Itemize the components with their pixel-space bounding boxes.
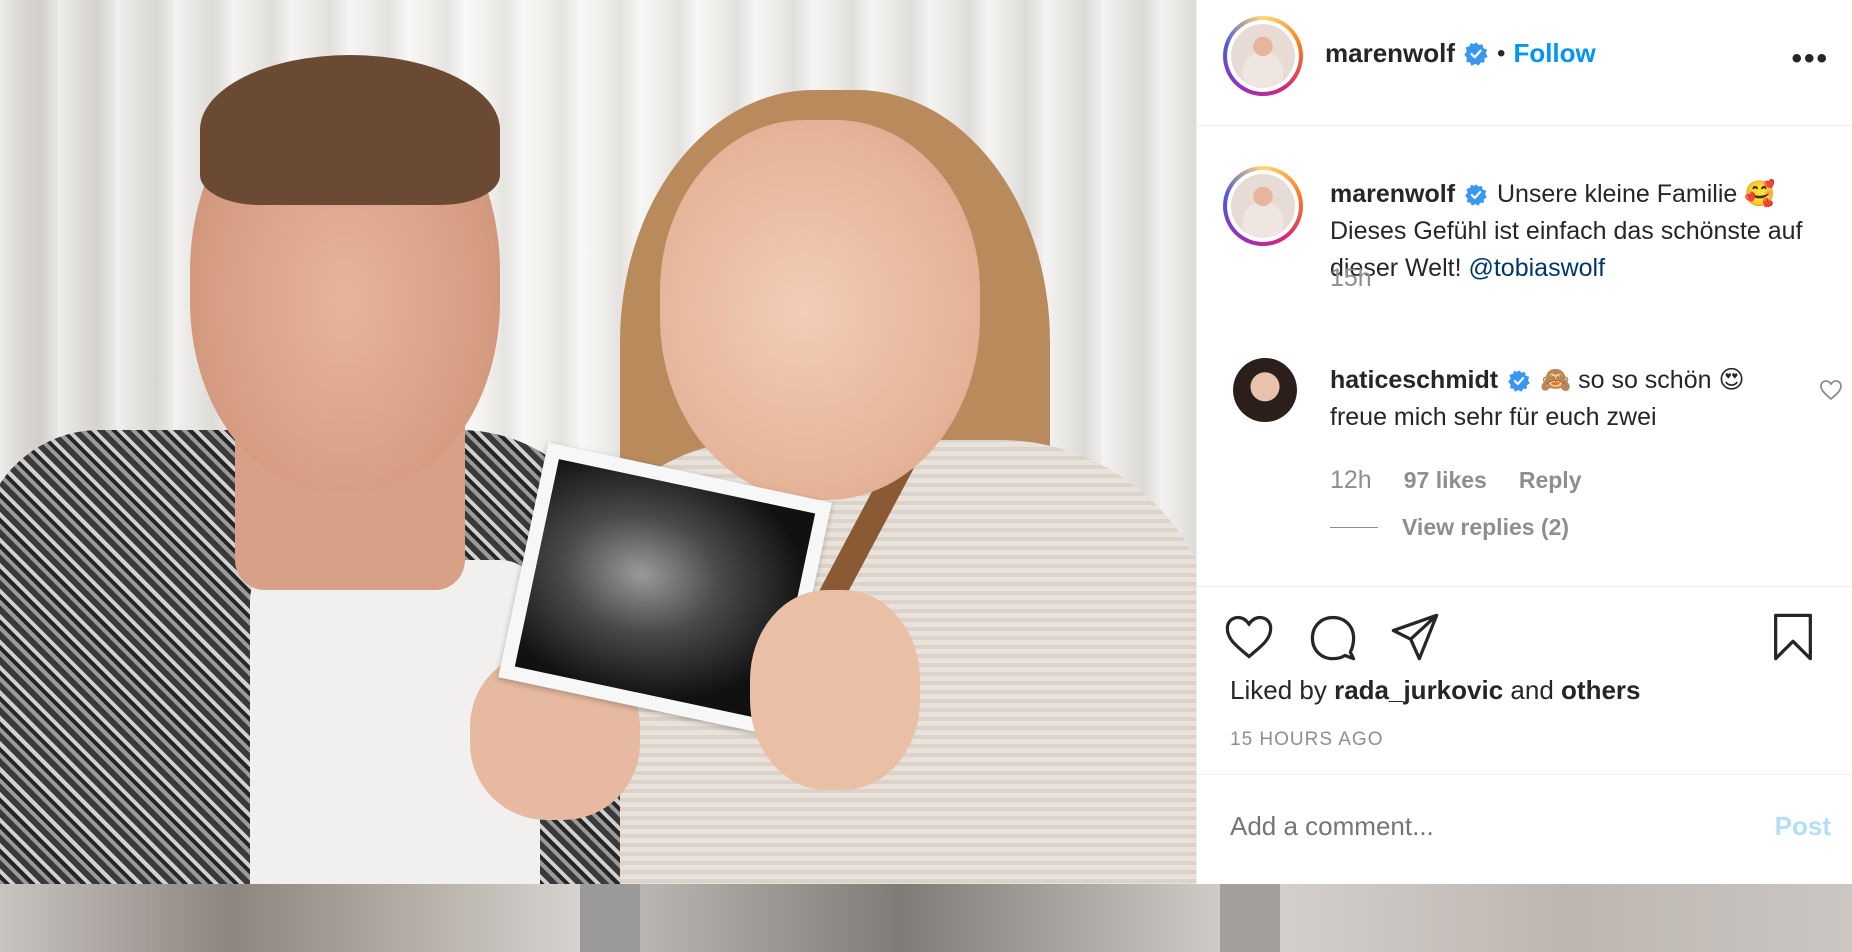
comment-heart-icon[interactable] bbox=[1819, 378, 1843, 402]
woman-face bbox=[660, 120, 980, 500]
caption-mention-link[interactable]: @tobiaswolf bbox=[1468, 254, 1605, 282]
commenter-username[interactable]: haticeschmidt bbox=[1330, 366, 1498, 394]
post-actions: Liked by rada_jurkovic and others 15 HOU… bbox=[1197, 586, 1852, 774]
view-replies[interactable]: View replies (2) bbox=[1330, 514, 1569, 541]
comment-icon[interactable] bbox=[1307, 611, 1359, 663]
liked-by-user-link[interactable]: rada_jurkovic bbox=[1334, 675, 1503, 705]
verified-badge-icon bbox=[1508, 370, 1530, 393]
post-header: marenwolf • Follow ••• bbox=[1197, 0, 1852, 126]
author-avatar[interactable] bbox=[1223, 16, 1303, 96]
replies-divider bbox=[1330, 527, 1378, 528]
comments-section: marenwolf Unsere kleine Familie 🥰 Dieses… bbox=[1197, 126, 1852, 586]
post-side-panel: marenwolf • Follow ••• marenwolf Unsere … bbox=[1196, 0, 1852, 884]
share-icon[interactable] bbox=[1389, 611, 1441, 663]
thumbnail[interactable] bbox=[1280, 884, 1852, 952]
caption-timestamp[interactable]: 15h bbox=[1330, 264, 1372, 293]
bookmark-icon[interactable] bbox=[1767, 611, 1819, 663]
caption-username[interactable]: marenwolf bbox=[1330, 180, 1455, 208]
hand-right bbox=[750, 590, 920, 790]
post-photo[interactable] bbox=[0, 0, 1196, 884]
view-replies-label[interactable]: View replies (2) bbox=[1402, 514, 1569, 541]
post-caption: marenwolf Unsere kleine Familie 🥰 Dieses… bbox=[1330, 176, 1830, 287]
comment-body: haticeschmidt 🙈 so so schön 😍 freue mich… bbox=[1330, 362, 1790, 436]
more-icon[interactable]: ••• bbox=[1791, 42, 1829, 76]
thumbnail[interactable] bbox=[0, 884, 580, 952]
follow-button[interactable]: Follow bbox=[1513, 38, 1595, 69]
thumbnail[interactable] bbox=[640, 884, 1220, 952]
comment-reply-button[interactable]: Reply bbox=[1519, 467, 1582, 494]
comment-meta: 12h 97 likes Reply bbox=[1330, 466, 1582, 495]
man-hair bbox=[200, 55, 500, 205]
caption-avatar[interactable] bbox=[1223, 166, 1303, 246]
header-separator: • bbox=[1497, 39, 1506, 67]
liked-by-and: and bbox=[1510, 675, 1554, 705]
liked-by: Liked by rada_jurkovic and others bbox=[1230, 675, 1641, 706]
add-comment-bar: Post bbox=[1197, 774, 1852, 884]
comment-timestamp[interactable]: 12h bbox=[1330, 466, 1372, 495]
liked-by-prefix: Liked by bbox=[1230, 675, 1327, 705]
thumbnail[interactable] bbox=[580, 884, 640, 952]
thumbnail[interactable] bbox=[1220, 884, 1280, 952]
post-comment-button[interactable]: Post bbox=[1775, 811, 1831, 842]
post-time-ago[interactable]: 15 HOURS AGO bbox=[1230, 729, 1384, 751]
verified-badge-icon bbox=[1465, 184, 1487, 207]
heart-icon[interactable] bbox=[1223, 611, 1275, 663]
thumbnail-strip bbox=[0, 884, 1852, 952]
comment-likes[interactable]: 97 likes bbox=[1404, 467, 1487, 494]
author-username[interactable]: marenwolf bbox=[1325, 38, 1455, 69]
commenter-avatar[interactable] bbox=[1233, 358, 1297, 422]
liked-by-others-link[interactable]: others bbox=[1561, 675, 1640, 705]
comment-input[interactable] bbox=[1230, 811, 1730, 842]
verified-badge-icon bbox=[1464, 41, 1488, 66]
